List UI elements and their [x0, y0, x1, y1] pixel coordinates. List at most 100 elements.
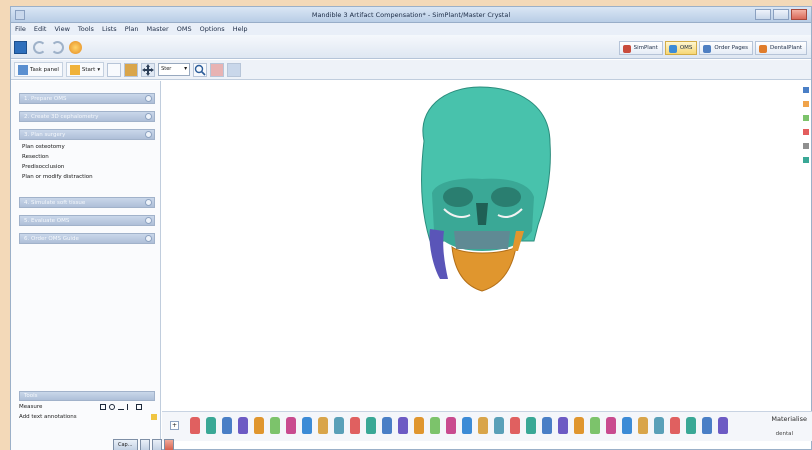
menu-options[interactable]: Options: [200, 25, 225, 33]
implant-thumbnail[interactable]: [366, 417, 376, 434]
plan-osteotomy-link[interactable]: Plan osteotomy: [22, 144, 65, 150]
tab-oms[interactable]: OMS: [664, 41, 698, 55]
implant-thumbnail[interactable]: [190, 417, 200, 434]
menu-tools[interactable]: Tools: [78, 25, 94, 33]
screenshot-icon[interactable]: [227, 62, 242, 77]
section-order-oms-guide[interactable]: 6. Order OMS Guide: [19, 233, 155, 244]
3d-viewport[interactable]: [162, 81, 803, 419]
expand-icon[interactable]: [145, 113, 152, 120]
app-orb-icon[interactable]: [69, 41, 82, 54]
tab-order-pages[interactable]: Order Pages: [699, 41, 753, 55]
circle-icon[interactable]: [109, 404, 115, 410]
move-icon[interactable]: [141, 62, 156, 77]
redo-icon[interactable]: [51, 41, 64, 54]
implant-thumbnail[interactable]: [718, 417, 728, 434]
rotate-icon[interactable]: [803, 129, 809, 135]
menu-edit[interactable]: Edit: [34, 25, 47, 33]
visibility-icon[interactable]: [803, 115, 809, 121]
implant-thumbnail[interactable]: [382, 417, 392, 434]
implant-thumbnail[interactable]: [286, 417, 296, 434]
implant-thumbnail[interactable]: [574, 417, 584, 434]
menu-file[interactable]: File: [15, 25, 26, 33]
model-icon[interactable]: [803, 157, 809, 163]
implant-thumbnail[interactable]: [238, 417, 248, 434]
implant-thumbnail[interactable]: [414, 417, 424, 434]
implant-thumbnail[interactable]: [430, 417, 440, 434]
save-icon[interactable]: [14, 41, 27, 54]
implant-thumbnail[interactable]: [478, 417, 488, 434]
page-icon[interactable]: [107, 62, 122, 77]
implant-thumbnail[interactable]: [542, 417, 552, 434]
rectangle-icon[interactable]: [100, 404, 106, 410]
task-panel-button[interactable]: Task panel: [14, 62, 63, 77]
start-button[interactable]: Start ▾: [65, 62, 105, 77]
implant-thumbnail[interactable]: [222, 417, 232, 434]
resection-link[interactable]: Resection: [22, 154, 49, 160]
implant-thumbnail[interactable]: [254, 417, 264, 434]
menu-lists[interactable]: Lists: [102, 25, 117, 33]
annotation-icon[interactable]: [151, 414, 157, 420]
implant-thumbnail[interactable]: [350, 417, 360, 434]
area-icon[interactable]: [136, 404, 142, 410]
predisocclusion-link[interactable]: Predisocclusion: [22, 164, 64, 170]
implant-thumbnail[interactable]: [334, 417, 344, 434]
implant-thumbnail[interactable]: [462, 417, 472, 434]
implant-thumbnail[interactable]: [302, 417, 312, 434]
capture-button[interactable]: Cap...: [113, 439, 138, 450]
skull-model[interactable]: [162, 81, 803, 419]
expand-icon[interactable]: [145, 235, 152, 242]
view-icon[interactable]: [803, 87, 809, 93]
tab-dentalplant[interactable]: DentalPlant: [754, 41, 807, 55]
section-prepare-oms[interactable]: 1. Prepare OMS: [19, 93, 155, 104]
minimize-button[interactable]: [755, 9, 771, 20]
magnifier-icon[interactable]: [193, 62, 208, 77]
section-evaluate-oms[interactable]: 5. Evaluate OMS: [19, 215, 155, 226]
implant-thumbnail[interactable]: [494, 417, 504, 434]
distraction-link[interactable]: Plan or modify distraction: [22, 174, 93, 180]
section-3d-cephalometry[interactable]: 2. Create 3D cephalometry: [19, 111, 155, 122]
tools-header[interactable]: Tools: [19, 391, 155, 401]
chair-icon[interactable]: [124, 62, 139, 77]
expand-icon[interactable]: [145, 95, 152, 102]
close-button[interactable]: [791, 9, 807, 20]
angle-icon[interactable]: [118, 404, 124, 410]
menu-help[interactable]: Help: [233, 25, 248, 33]
add-implant-icon[interactable]: +: [170, 421, 179, 430]
collapse-icon[interactable]: [145, 131, 152, 138]
implant-thumbnail[interactable]: [398, 417, 408, 434]
menu-master[interactable]: Master: [147, 25, 169, 33]
implant-thumbnail[interactable]: [590, 417, 600, 434]
implant-thumbnail[interactable]: [622, 417, 632, 434]
tab-simplant[interactable]: SimPlant: [618, 41, 663, 55]
implant-thumbnail[interactable]: [638, 417, 648, 434]
measure-tool-icon[interactable]: [210, 62, 225, 77]
menu-plan[interactable]: Plan: [125, 25, 139, 33]
implant-thumbnail[interactable]: [318, 417, 328, 434]
record-button[interactable]: [163, 439, 174, 450]
implant-thumbnail[interactable]: [510, 417, 520, 434]
implant-thumbnail[interactable]: [686, 417, 696, 434]
settings-icon[interactable]: [803, 143, 809, 149]
view-select[interactable]: Ster: [158, 63, 191, 76]
menu-view[interactable]: View: [54, 25, 69, 33]
implant-thumbnail[interactable]: [270, 417, 280, 434]
expand-icon[interactable]: [145, 199, 152, 206]
taskbar-item[interactable]: [151, 439, 162, 450]
layer-icon[interactable]: [803, 101, 809, 107]
implant-thumbnail[interactable]: [702, 417, 712, 434]
maximize-button[interactable]: [773, 9, 789, 20]
implant-thumbnail[interactable]: [654, 417, 664, 434]
menu-oms[interactable]: OMS: [177, 25, 192, 33]
section-simulate-soft-tissue[interactable]: 4. Simulate soft tissue: [19, 197, 155, 208]
implant-thumbnail[interactable]: [526, 417, 536, 434]
implant-thumbnail[interactable]: [558, 417, 568, 434]
implant-thumbnail[interactable]: [670, 417, 680, 434]
line-icon[interactable]: [127, 404, 133, 410]
implant-thumbnail[interactable]: [206, 417, 216, 434]
expand-icon[interactable]: [145, 217, 152, 224]
taskbar-item[interactable]: [139, 439, 150, 450]
implant-thumbnail[interactable]: [606, 417, 616, 434]
annotations-row[interactable]: Add text annotations: [19, 413, 157, 421]
undo-icon[interactable]: [33, 41, 46, 54]
section-plan-surgery[interactable]: 3. Plan surgery: [19, 129, 155, 140]
